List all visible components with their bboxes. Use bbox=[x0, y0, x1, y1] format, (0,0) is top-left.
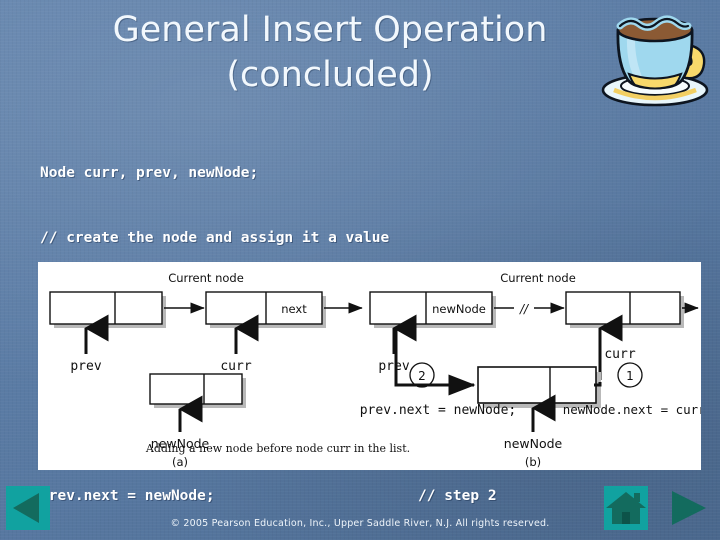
previous-slide-button[interactable] bbox=[6, 486, 50, 530]
home-icon bbox=[606, 492, 646, 524]
figure-image: Current node prev next curr newNode (a) … bbox=[38, 262, 701, 470]
panel-b-step2-marker: 2 bbox=[409, 362, 435, 388]
panel-b-prev-label: prev bbox=[378, 359, 409, 374]
code-line-comment: // step 2 bbox=[418, 487, 497, 504]
title-line-2: (concluded) bbox=[226, 55, 434, 95]
code-line-text: // create the node and assign it a value bbox=[40, 229, 390, 246]
title-line-1: General Insert Operation bbox=[112, 10, 548, 50]
code-line: // create the node and assign it a value bbox=[40, 228, 680, 250]
panel-a-curr-label: curr bbox=[220, 359, 251, 374]
panel-b-step1-text: newNode.next = curr; bbox=[563, 402, 701, 417]
panel-b-curr-node-box bbox=[565, 291, 684, 328]
coffee-cup-icon bbox=[594, 4, 716, 108]
svg-text:2: 2 bbox=[418, 369, 426, 383]
panel-b-current-node-label: Current node bbox=[500, 271, 576, 285]
next-slide-button[interactable] bbox=[666, 486, 710, 530]
panel-a-prev-label: prev bbox=[70, 359, 101, 374]
panel-b-prev-node-box: newNode bbox=[369, 291, 496, 328]
home-button[interactable] bbox=[604, 486, 648, 530]
code-line-text: prev.next = newNode; bbox=[40, 487, 215, 504]
panel-a-newnode-box bbox=[149, 373, 246, 408]
panel-b-curr-label: curr bbox=[604, 347, 635, 362]
panel-b-part-label: (b) bbox=[525, 455, 541, 469]
triangle-right-icon bbox=[672, 491, 706, 525]
panel-b-newnode-label: newNode bbox=[504, 436, 563, 451]
panel-a-current-node-label: Current node bbox=[168, 271, 244, 285]
presentation-slide: General Insert Operation (concluded) Nod… bbox=[0, 0, 720, 540]
svg-text:1: 1 bbox=[626, 369, 634, 383]
panel-b-step1-marker: 1 bbox=[617, 362, 643, 388]
panel-b-broken-link-marker: // bbox=[519, 302, 530, 316]
panel-a-prev-node-box bbox=[49, 291, 166, 328]
panel-b-newnode-field-label: newNode bbox=[432, 302, 486, 316]
panel-b-step2-text: prev.next = newNode; bbox=[360, 403, 517, 418]
triangle-left-icon bbox=[13, 493, 39, 523]
panel-a-curr-node-box: next bbox=[205, 291, 326, 328]
panel-a-next-field-label: next bbox=[281, 302, 307, 316]
panel-a-part-label: (a) bbox=[172, 455, 188, 469]
code-line: Node curr, prev, newNode; bbox=[40, 163, 680, 185]
page-title: General Insert Operation (concluded) bbox=[40, 8, 620, 98]
code-line: prev.next = newNode; // step 2 bbox=[40, 486, 680, 508]
figure-caption: Adding a new node before node curr in th… bbox=[145, 442, 410, 455]
code-line-text: Node curr, prev, newNode; bbox=[40, 165, 259, 181]
